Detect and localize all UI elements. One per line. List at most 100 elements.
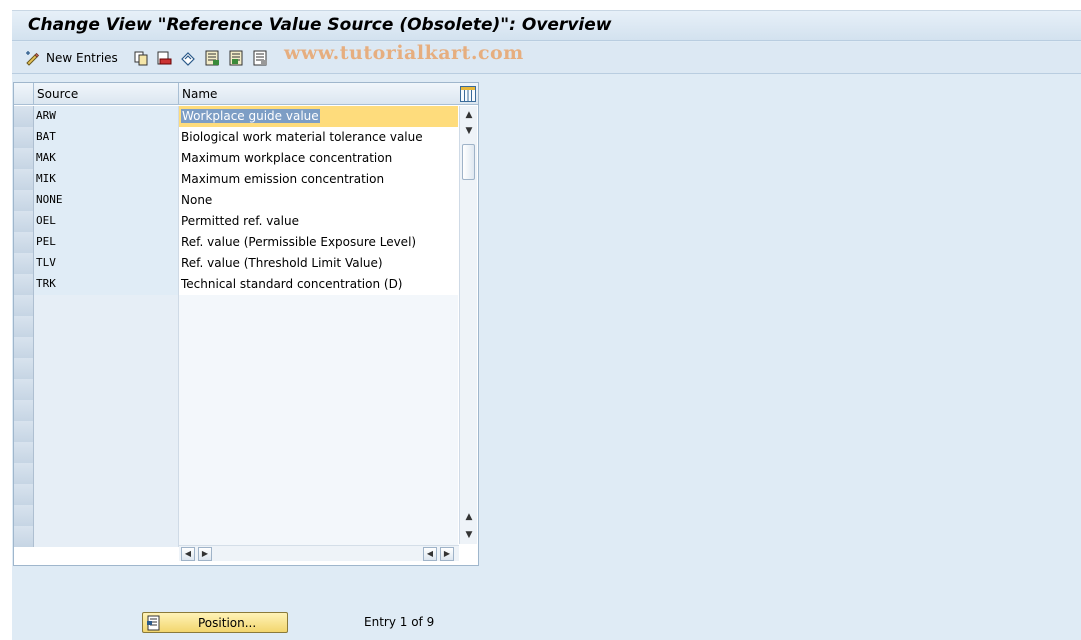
row-selector[interactable] [14, 526, 34, 547]
cell-source[interactable] [34, 463, 179, 484]
cell-name[interactable]: Biological work material tolerance value [179, 127, 458, 148]
cell-name[interactable] [179, 442, 458, 463]
row-selector[interactable] [14, 463, 34, 484]
cell-name[interactable]: Maximum workplace concentration [179, 148, 458, 169]
empty-table-row[interactable] [14, 358, 458, 379]
position-button[interactable]: Position... [142, 612, 288, 633]
copy-button[interactable] [133, 48, 149, 68]
row-selector[interactable] [14, 148, 34, 169]
column-header-name[interactable]: Name [179, 83, 457, 105]
cell-name[interactable]: Technical standard concentration (D) [179, 274, 458, 295]
cell-source[interactable]: BAT [34, 127, 179, 148]
row-selector[interactable] [14, 253, 34, 274]
cell-source[interactable]: NONE [34, 190, 179, 211]
cell-name[interactable]: Workplace guide value [179, 106, 458, 127]
scroll-page-up-icon[interactable]: ▲ [464, 512, 474, 522]
empty-table-row[interactable] [14, 379, 458, 400]
delete-button[interactable] [156, 48, 172, 68]
column-header-source[interactable]: Source [34, 83, 179, 105]
empty-table-row[interactable] [14, 484, 458, 505]
empty-table-row[interactable] [14, 463, 458, 484]
cell-name[interactable] [179, 421, 458, 442]
table-row[interactable]: TRK Technical standard concentration (D) [14, 274, 458, 295]
cell-source[interactable]: PEL [34, 232, 179, 253]
scroll-right-end-icon[interactable]: ▶ [440, 547, 454, 561]
cell-source[interactable]: MAK [34, 148, 179, 169]
row-selector[interactable] [14, 274, 34, 295]
row-selector[interactable] [14, 379, 34, 400]
table-row[interactable]: PEL Ref. value (Permissible Exposure Leve… [14, 232, 458, 253]
undo-change-button[interactable] [180, 48, 196, 68]
row-selector[interactable] [14, 316, 34, 337]
cell-name[interactable] [179, 295, 458, 316]
row-selector[interactable] [14, 211, 34, 232]
cell-name[interactable] [179, 505, 458, 526]
scroll-up-icon[interactable]: ▲ [464, 110, 474, 120]
empty-table-row[interactable] [14, 295, 458, 316]
row-selector[interactable] [14, 190, 34, 211]
scroll-right-icon[interactable]: ▶ [198, 547, 212, 561]
empty-table-row[interactable] [14, 526, 458, 547]
cell-source[interactable] [34, 421, 179, 442]
cell-source[interactable] [34, 316, 179, 337]
row-selector[interactable] [14, 337, 34, 358]
cell-name[interactable] [179, 316, 458, 337]
cell-name[interactable]: Maximum emission concentration [179, 169, 458, 190]
cell-source[interactable]: TLV [34, 253, 179, 274]
row-selector[interactable] [14, 400, 34, 421]
cell-source[interactable] [34, 484, 179, 505]
cell-source[interactable] [34, 526, 179, 547]
horizontal-scrollbar[interactable]: ◀ ▶ ◀ ▶ [179, 545, 459, 561]
scroll-down-icon[interactable]: ▼ [464, 530, 474, 540]
cell-source[interactable]: OEL [34, 211, 179, 232]
vertical-scrollbar[interactable]: ▲ ▼ ▲ ▼ [459, 106, 477, 544]
row-selector[interactable] [14, 295, 34, 316]
table-row[interactable]: MIK Maximum emission concentration [14, 169, 458, 190]
cell-source[interactable] [34, 379, 179, 400]
cell-source[interactable]: ARW [34, 106, 179, 127]
empty-table-row[interactable] [14, 442, 458, 463]
cell-source[interactable] [34, 442, 179, 463]
row-selector[interactable] [14, 232, 34, 253]
scroll-left-end-icon[interactable]: ◀ [423, 547, 437, 561]
cell-name[interactable]: None [179, 190, 458, 211]
scroll-left-icon[interactable]: ◀ [181, 547, 195, 561]
empty-table-row[interactable] [14, 400, 458, 421]
cell-name[interactable] [179, 526, 458, 547]
row-selector[interactable] [14, 106, 34, 127]
cell-name[interactable]: Ref. value (Permissible Exposure Level) [179, 232, 458, 253]
row-selector[interactable] [14, 442, 34, 463]
cell-source[interactable] [34, 295, 179, 316]
table-row[interactable]: MAK Maximum workplace concentration [14, 148, 458, 169]
empty-table-row[interactable] [14, 316, 458, 337]
table-row[interactable]: OEL Permitted ref. value [14, 211, 458, 232]
new-entries-button[interactable]: New Entries [24, 48, 118, 68]
select-block-button[interactable] [228, 48, 244, 68]
select-all-rows-header[interactable] [14, 83, 34, 105]
cell-name[interactable] [179, 358, 458, 379]
cell-source[interactable]: TRK [34, 274, 179, 295]
cell-source[interactable] [34, 505, 179, 526]
cell-name[interactable] [179, 400, 458, 421]
cell-source[interactable] [34, 337, 179, 358]
cell-name[interactable] [179, 337, 458, 358]
table-row[interactable]: NONE None [14, 190, 458, 211]
deselect-all-button[interactable] [252, 48, 268, 68]
cell-source[interactable]: MIK [34, 169, 179, 190]
table-row[interactable]: TLV Ref. value (Threshold Limit Value) [14, 253, 458, 274]
cell-source[interactable] [34, 358, 179, 379]
empty-table-row[interactable] [14, 505, 458, 526]
table-settings-icon[interactable] [460, 86, 476, 102]
scrollbar-thumb[interactable] [462, 144, 475, 180]
row-selector[interactable] [14, 484, 34, 505]
table-row[interactable]: ARW Workplace guide value [14, 106, 458, 127]
empty-table-row[interactable] [14, 421, 458, 442]
cell-name[interactable] [179, 463, 458, 484]
cell-name[interactable] [179, 484, 458, 505]
row-selector[interactable] [14, 505, 34, 526]
scroll-page-down-icon[interactable]: ▼ [464, 126, 474, 136]
row-selector[interactable] [14, 358, 34, 379]
row-selector[interactable] [14, 127, 34, 148]
cell-name[interactable]: Ref. value (Threshold Limit Value) [179, 253, 458, 274]
table-row[interactable]: BAT Biological work material tolerance va… [14, 127, 458, 148]
